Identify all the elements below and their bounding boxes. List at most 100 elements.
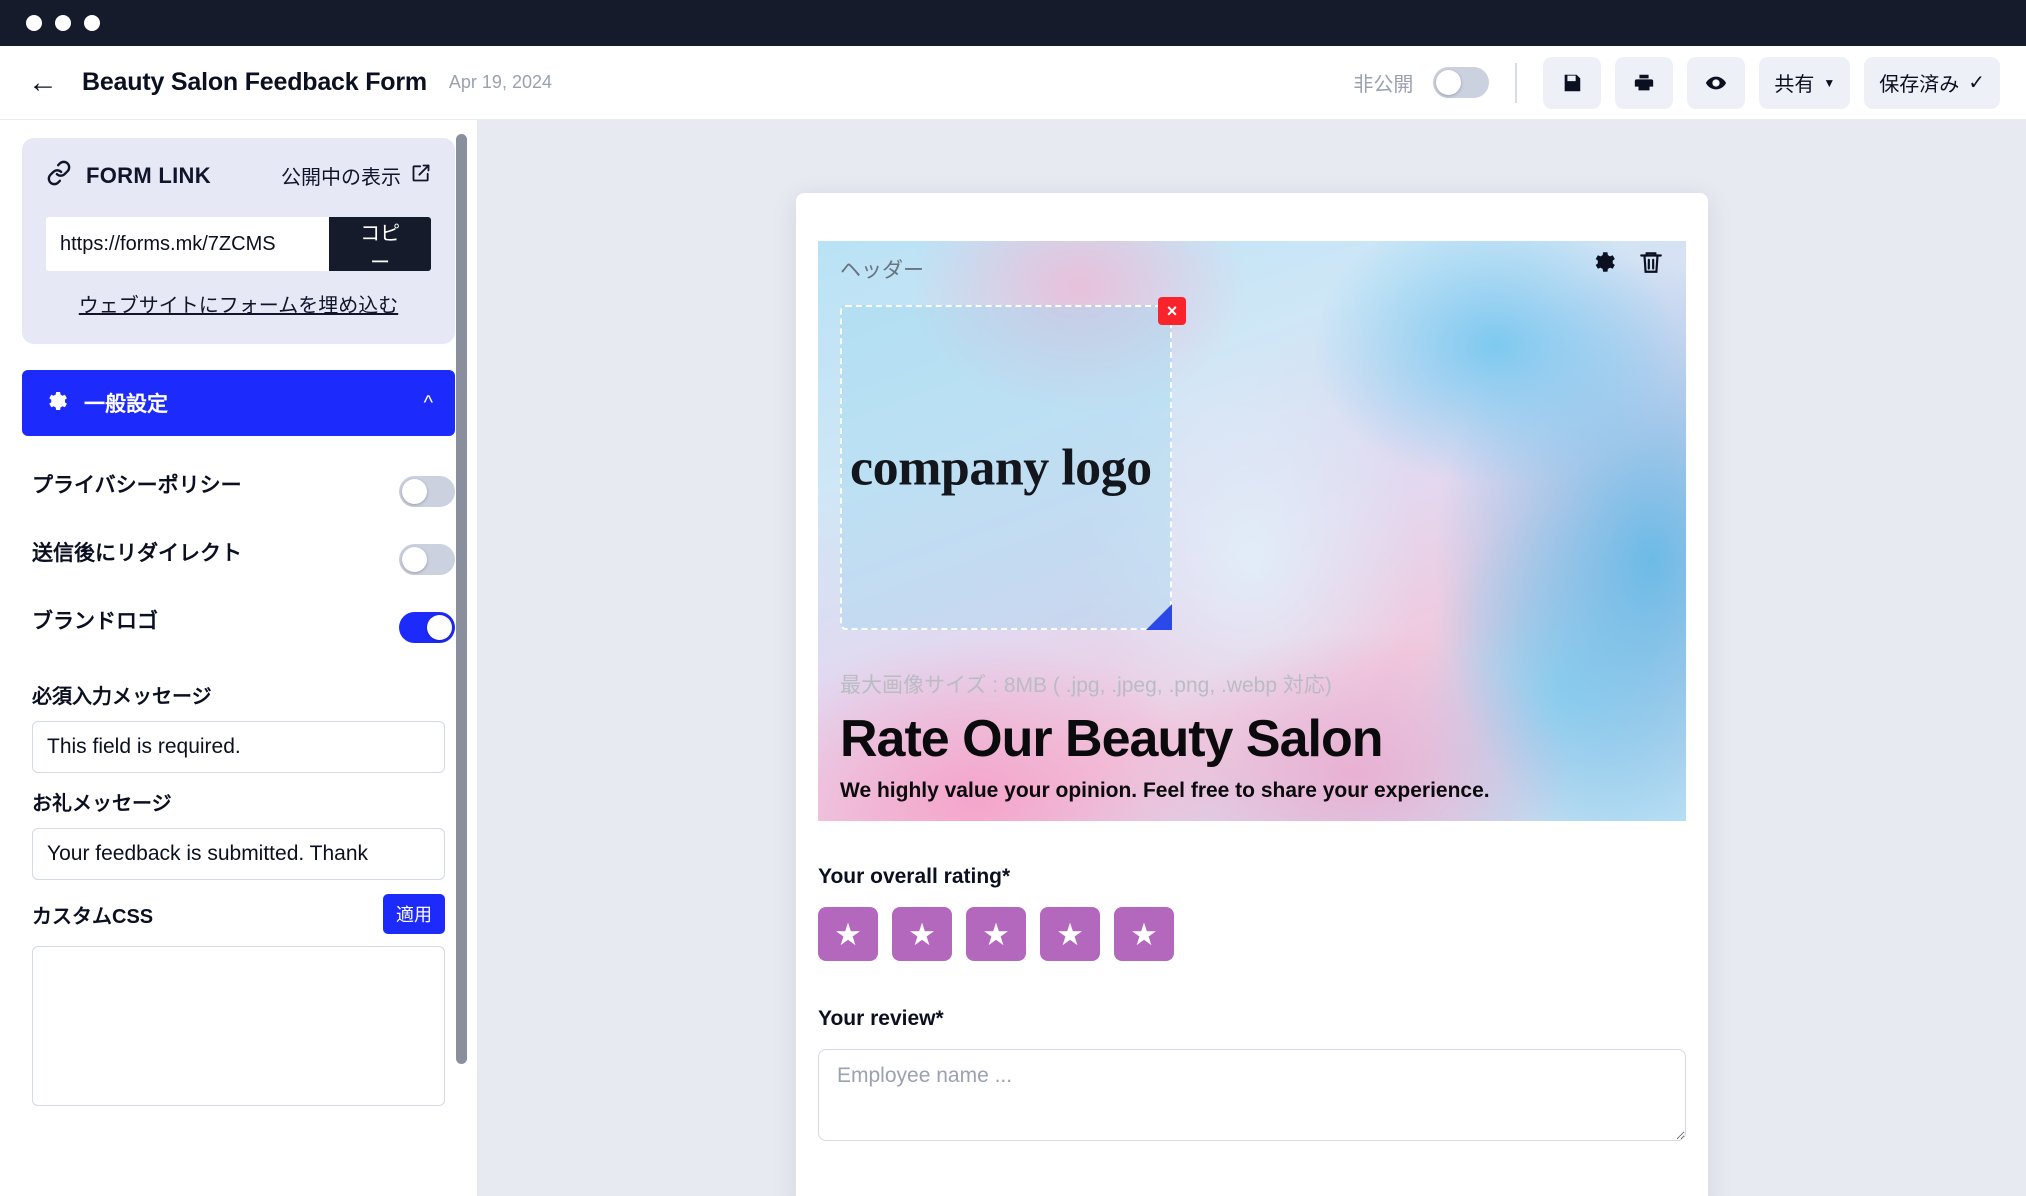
label-custom-css-text: カスタムCSS xyxy=(32,905,154,928)
star-button-1[interactable]: ★ xyxy=(818,907,878,961)
sidebar-content: FORM LINK 公開中の表示 https://forms.mk/7ZCMS … xyxy=(0,120,477,1111)
star-icon: ★ xyxy=(982,916,1010,952)
print-icon xyxy=(1633,72,1655,94)
publish-status-label: 非公開 xyxy=(1353,74,1414,96)
share-label: 共有 xyxy=(1774,74,1815,96)
sidebar-scrollbar-thumb[interactable] xyxy=(456,134,467,1064)
label-thankyou-message: お礼メッセージ xyxy=(32,793,172,815)
form-link-row: コピー xyxy=(46,217,431,274)
field-required-message: 必須入力メッセージ xyxy=(22,666,455,773)
link-icon xyxy=(46,160,72,191)
textarea-custom-css[interactable] xyxy=(32,946,445,1106)
star-rating-group: ★ ★ ★ ★ ★ xyxy=(818,907,1686,961)
embed-form-link[interactable]: ウェブサイトにフォームを埋め込む xyxy=(46,289,431,318)
preview-button[interactable] xyxy=(1687,56,1746,109)
saved-label: 保存済み xyxy=(1879,74,1960,96)
star-icon: ★ xyxy=(908,916,936,952)
question-overall-rating: Your overall rating* ★ ★ ★ ★ ★ xyxy=(818,865,1686,961)
window-dot-2[interactable] xyxy=(55,15,71,31)
field-thankyou-message: お礼メッセージ xyxy=(22,773,455,880)
star-icon: ★ xyxy=(1056,916,1084,952)
close-icon[interactable]: × xyxy=(1158,297,1186,325)
toggle-knob xyxy=(427,615,452,640)
setting-label-brand-logo: ブランドロゴ xyxy=(32,610,158,633)
resize-handle[interactable] xyxy=(1146,604,1172,630)
field-custom-css: カスタムCSS 適用 xyxy=(22,880,455,1111)
label-required-message: 必須入力メッセージ xyxy=(32,686,212,708)
publish-toggle-knob xyxy=(1436,70,1462,95)
star-button-3[interactable]: ★ xyxy=(966,907,1026,961)
banner-section-label: ヘッダー xyxy=(840,259,924,282)
label-custom-css: カスタムCSS 適用 xyxy=(32,894,445,934)
star-icon: ★ xyxy=(834,916,862,952)
saved-status-button[interactable]: 保存済み ✓ xyxy=(1864,56,2000,109)
question-label: Your review* xyxy=(818,1007,944,1030)
page-title: Beauty Salon Feedback Form xyxy=(82,68,427,96)
toggle-knob xyxy=(402,547,427,572)
toolbar-divider xyxy=(1515,62,1518,103)
setting-label-redirect-after-submit: 送信後にリダイレクト xyxy=(32,542,242,565)
setting-row-privacy-policy: プライバシーポリシー xyxy=(22,462,455,530)
share-button[interactable]: 共有 ▼ xyxy=(1759,56,1851,109)
gear-icon xyxy=(44,389,68,418)
app-body: FORM LINK 公開中の表示 https://forms.mk/7ZCMS … xyxy=(0,120,2026,1196)
print-button[interactable] xyxy=(1615,56,1674,109)
form-link-title: FORM LINK xyxy=(86,162,211,188)
gear-icon[interactable] xyxy=(1590,249,1616,280)
trash-icon[interactable] xyxy=(1638,249,1664,280)
app-toolbar: ← Beauty Salon Feedback Form Apr 19, 202… xyxy=(0,46,2026,120)
publish-toggle[interactable] xyxy=(1433,67,1490,98)
form-url-input[interactable] xyxy=(46,217,330,271)
chevron-down-icon: ▼ xyxy=(1823,75,1836,90)
section-general-settings-label: 一般設定 xyxy=(84,393,168,416)
form-link-card: FORM LINK 公開中の表示 https://forms.mk/7ZCMS … xyxy=(22,138,455,344)
star-button-4[interactable]: ★ xyxy=(1040,907,1100,961)
toggle-redirect-after-submit[interactable] xyxy=(399,544,455,575)
star-button-5[interactable]: ★ xyxy=(1114,907,1174,961)
toggle-brand-logo[interactable] xyxy=(399,612,455,643)
window-titlebar xyxy=(0,0,2026,46)
section-general-settings-header[interactable]: 一般設定 ^ xyxy=(22,370,455,436)
toggle-knob xyxy=(402,479,427,504)
setting-row-brand-logo: ブランドロゴ xyxy=(22,598,455,666)
app-window: ← Beauty Salon Feedback Form Apr 19, 202… xyxy=(0,0,2026,1196)
banner-subtitle[interactable]: We highly value your opinion. Feel free … xyxy=(840,779,1490,803)
input-required-message[interactable] xyxy=(32,721,445,773)
question-label: Your overall rating* xyxy=(818,865,1011,888)
input-thankyou-message[interactable] xyxy=(32,828,445,880)
max-image-size-note: 最大画像サイズ : 8MB ( .jpg, .jpeg, .png, .webp… xyxy=(840,674,1332,697)
chevron-up-icon: ^ xyxy=(423,391,433,414)
review-textarea[interactable] xyxy=(818,1049,1686,1141)
setting-row-redirect-after-submit: 送信後にリダイレクト xyxy=(22,530,455,598)
form-link-header: FORM LINK 公開中の表示 xyxy=(46,160,431,191)
form-canvas: ヘッダー company logo × 最大画像サイズ: 8MB (.jpg… xyxy=(478,120,2026,1196)
star-icon: ★ xyxy=(1130,916,1158,952)
logo-upload-box[interactable]: company logo × xyxy=(840,297,1186,630)
check-icon: ✓ xyxy=(1968,72,1985,94)
window-dot-1[interactable] xyxy=(26,15,42,31)
apply-css-button[interactable]: 適用 xyxy=(383,894,445,934)
form-questions: Your overall rating* ★ ★ ★ ★ ★ Your revi… xyxy=(796,821,1708,1146)
view-public-label: 公開中の表示 xyxy=(281,167,401,189)
banner-tools xyxy=(1590,249,1664,280)
form-preview-card: ヘッダー company logo × 最大画像サイズ: 8MB (.jpg… xyxy=(796,193,1708,1196)
save-icon xyxy=(1561,72,1583,94)
banner-title[interactable]: Rate Our Beauty Salon xyxy=(840,713,1383,765)
copy-link-button[interactable]: コピー xyxy=(329,217,431,274)
settings-sidebar: FORM LINK 公開中の表示 https://forms.mk/7ZCMS … xyxy=(0,120,478,1196)
save-button[interactable] xyxy=(1543,56,1602,109)
form-date: Apr 19, 2024 xyxy=(448,72,552,92)
toolbar-right-group: 非公開 共有 ▼ 保存済み ✓ xyxy=(1353,56,2000,109)
question-your-review: Your review* xyxy=(818,1007,1686,1146)
window-dot-3[interactable] xyxy=(84,15,100,31)
arrow-left-icon[interactable]: ← xyxy=(26,67,60,98)
setting-label-privacy-policy: プライバシーポリシー xyxy=(32,474,242,497)
external-link-icon xyxy=(411,163,431,189)
form-header-banner[interactable]: ヘッダー company logo × 最大画像サイズ: 8MB (.jpg… xyxy=(818,241,1686,821)
logo-text: company logo xyxy=(850,439,1152,496)
eye-icon xyxy=(1705,72,1727,94)
star-button-2[interactable]: ★ xyxy=(892,907,952,961)
toolbar-left-group: ← Beauty Salon Feedback Form Apr 19, 202… xyxy=(26,67,552,98)
view-public-form-link[interactable]: 公開中の表示 xyxy=(281,161,431,190)
toggle-privacy-policy[interactable] xyxy=(399,476,455,507)
